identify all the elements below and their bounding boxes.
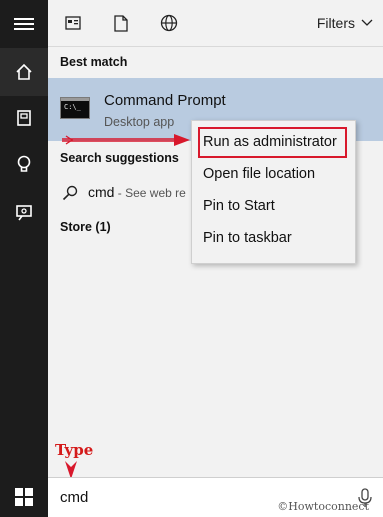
app-type: Desktop app [104, 115, 175, 129]
command-prompt-icon: C:\_ [60, 97, 90, 119]
menu-item-run-as-administrator[interactable]: Run as administrator [203, 134, 337, 150]
filters-dropdown[interactable]: Filters [317, 15, 373, 31]
store-heading: Store (1) [60, 220, 111, 234]
documents-filter-button[interactable] [110, 12, 132, 34]
home-button[interactable] [0, 48, 48, 96]
apps-icon [65, 16, 81, 30]
tips-button[interactable] [0, 141, 48, 189]
context-menu: Run as administrator Open file location … [191, 120, 356, 264]
best-match-heading: Best match [60, 55, 128, 69]
annotation-arrow-right [62, 134, 190, 146]
results-toolbar: Filters [48, 0, 383, 47]
feedback-button[interactable] [0, 189, 48, 237]
filters-label: Filters [316, 15, 355, 31]
hamburger-menu-button[interactable] [0, 0, 48, 48]
notebook-button[interactable] [0, 94, 48, 142]
menu-item-open-file-location[interactable]: Open file location [203, 166, 315, 182]
web-filter-button[interactable] [158, 12, 180, 34]
documents-icon [114, 14, 128, 32]
menu-item-pin-to-taskbar[interactable]: Pin to taskbar [203, 230, 292, 246]
search-input[interactable]: cmd [60, 489, 88, 506]
menu-item-pin-to-start[interactable]: Pin to Start [203, 198, 275, 214]
type-annotation-label: Type [55, 441, 94, 459]
hamburger-menu-icon [14, 18, 34, 30]
app-name: Command Prompt [104, 92, 226, 109]
apps-filter-button[interactable] [62, 12, 84, 34]
suggestion-hint: - See web re [114, 186, 186, 200]
suggestion-query: cmd [88, 184, 115, 200]
web-icon [160, 14, 178, 32]
search-suggestions-heading: Search suggestions [60, 151, 179, 165]
start-sidebar [0, 0, 48, 477]
command-prompt-icon-text: C:\_ [64, 103, 81, 111]
lightbulb-icon [17, 155, 31, 172]
start-button[interactable] [0, 477, 48, 517]
watermark: ©Howtoconnect [277, 500, 369, 513]
notebook-icon [17, 110, 31, 126]
windows-logo-icon [15, 488, 33, 506]
chevron-down-icon [361, 19, 373, 26]
search-icon [62, 185, 78, 201]
feedback-icon [16, 205, 32, 221]
home-icon [16, 63, 32, 80]
